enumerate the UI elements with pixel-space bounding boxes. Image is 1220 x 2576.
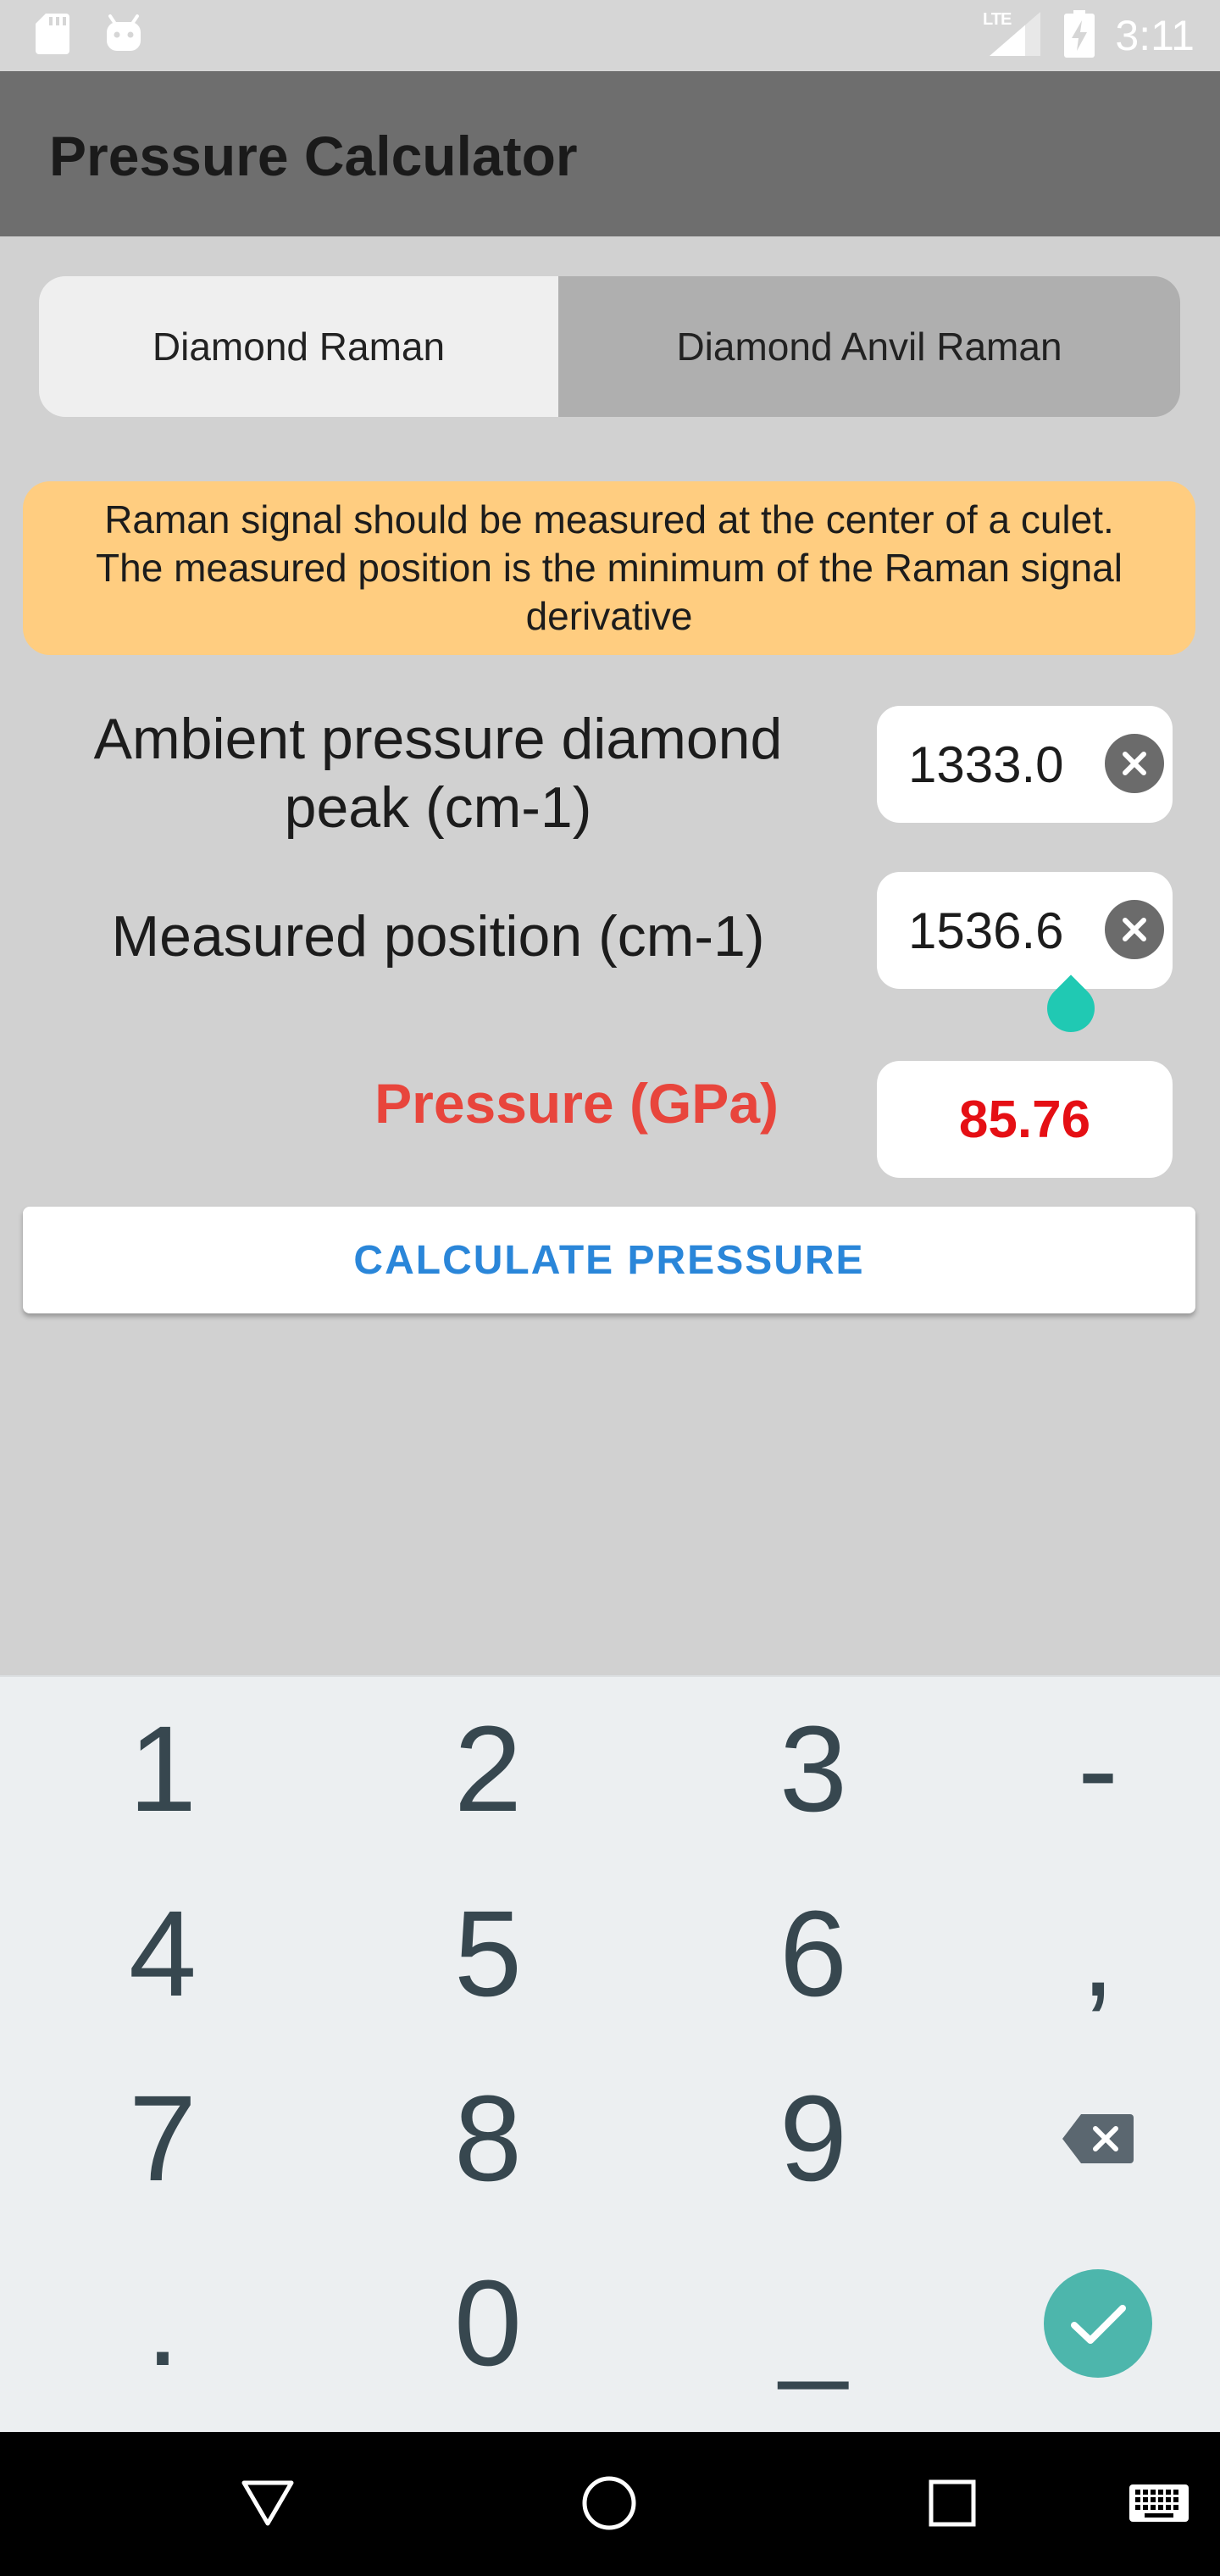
status-bar: LTE 3:11 [0, 0, 1220, 71]
keyboard-icon[interactable] [1129, 2484, 1189, 2522]
ambient-peak-field[interactable] [877, 706, 1173, 823]
key-done[interactable] [976, 2231, 1220, 2416]
key-underscore[interactable]: _ [651, 2231, 976, 2416]
app-title: Pressure Calculator [49, 125, 578, 187]
key-backspace[interactable] [976, 2046, 1220, 2231]
measured-position-input[interactable] [908, 872, 1120, 989]
home-icon[interactable] [581, 2475, 637, 2531]
key-0[interactable]: 0 [325, 2231, 651, 2416]
key-5[interactable]: 5 [325, 1862, 651, 2046]
key-9[interactable]: 9 [651, 2046, 976, 2231]
system-nav-bar [0, 2432, 1220, 2576]
network-type-label: LTE [983, 10, 1012, 29]
key-8[interactable]: 8 [325, 2046, 651, 2231]
tab-diamond-raman[interactable]: Diamond Raman [39, 276, 558, 417]
key-period[interactable]: . [0, 2231, 325, 2416]
sd-card-icon [36, 14, 69, 54]
info-banner: Raman signal should be measured at the c… [23, 481, 1195, 655]
key-7[interactable]: 7 [0, 2046, 325, 2231]
back-icon[interactable] [240, 2479, 296, 2528]
mode-tabs: Diamond Raman Diamond Anvil Raman [39, 276, 1180, 417]
clear-icon[interactable] [1105, 900, 1164, 959]
recents-icon[interactable] [928, 2479, 977, 2528]
ambient-peak-label: Ambient pressure diamond peak (cm-1) [93, 707, 783, 840]
pressure-value: 85.76 [877, 1061, 1173, 1178]
key-3[interactable]: 3 [651, 1677, 976, 1862]
key-1[interactable]: 1 [0, 1677, 325, 1862]
pressure-label: Pressure (GPa) [374, 1072, 779, 1135]
numeric-keyboard: 1 2 3 - 4 5 6 , 7 8 9 . 0 _ [0, 1675, 1220, 2432]
battery-charging-icon [1064, 10, 1095, 58]
android-icon [103, 14, 144, 53]
clear-icon[interactable] [1105, 734, 1164, 793]
status-clock: 3:11 [1115, 12, 1195, 59]
key-4[interactable]: 4 [0, 1862, 325, 2046]
measured-position-label: Measured position (cm-1) [111, 904, 765, 969]
key-minus[interactable]: - [976, 1677, 1220, 1862]
check-icon [1044, 2269, 1152, 2378]
measured-position-field[interactable] [877, 872, 1173, 989]
backspace-icon [1062, 2114, 1134, 2163]
key-comma[interactable]: , [976, 1862, 1220, 2046]
app-bar: Pressure Calculator [0, 71, 1220, 236]
key-6[interactable]: 6 [651, 1862, 976, 2046]
ambient-peak-input[interactable] [908, 706, 1120, 823]
key-2[interactable]: 2 [325, 1677, 651, 1862]
tab-diamond-anvil-raman[interactable]: Diamond Anvil Raman [558, 276, 1180, 417]
calculate-pressure-button[interactable]: CALCULATE PRESSURE [23, 1207, 1195, 1313]
